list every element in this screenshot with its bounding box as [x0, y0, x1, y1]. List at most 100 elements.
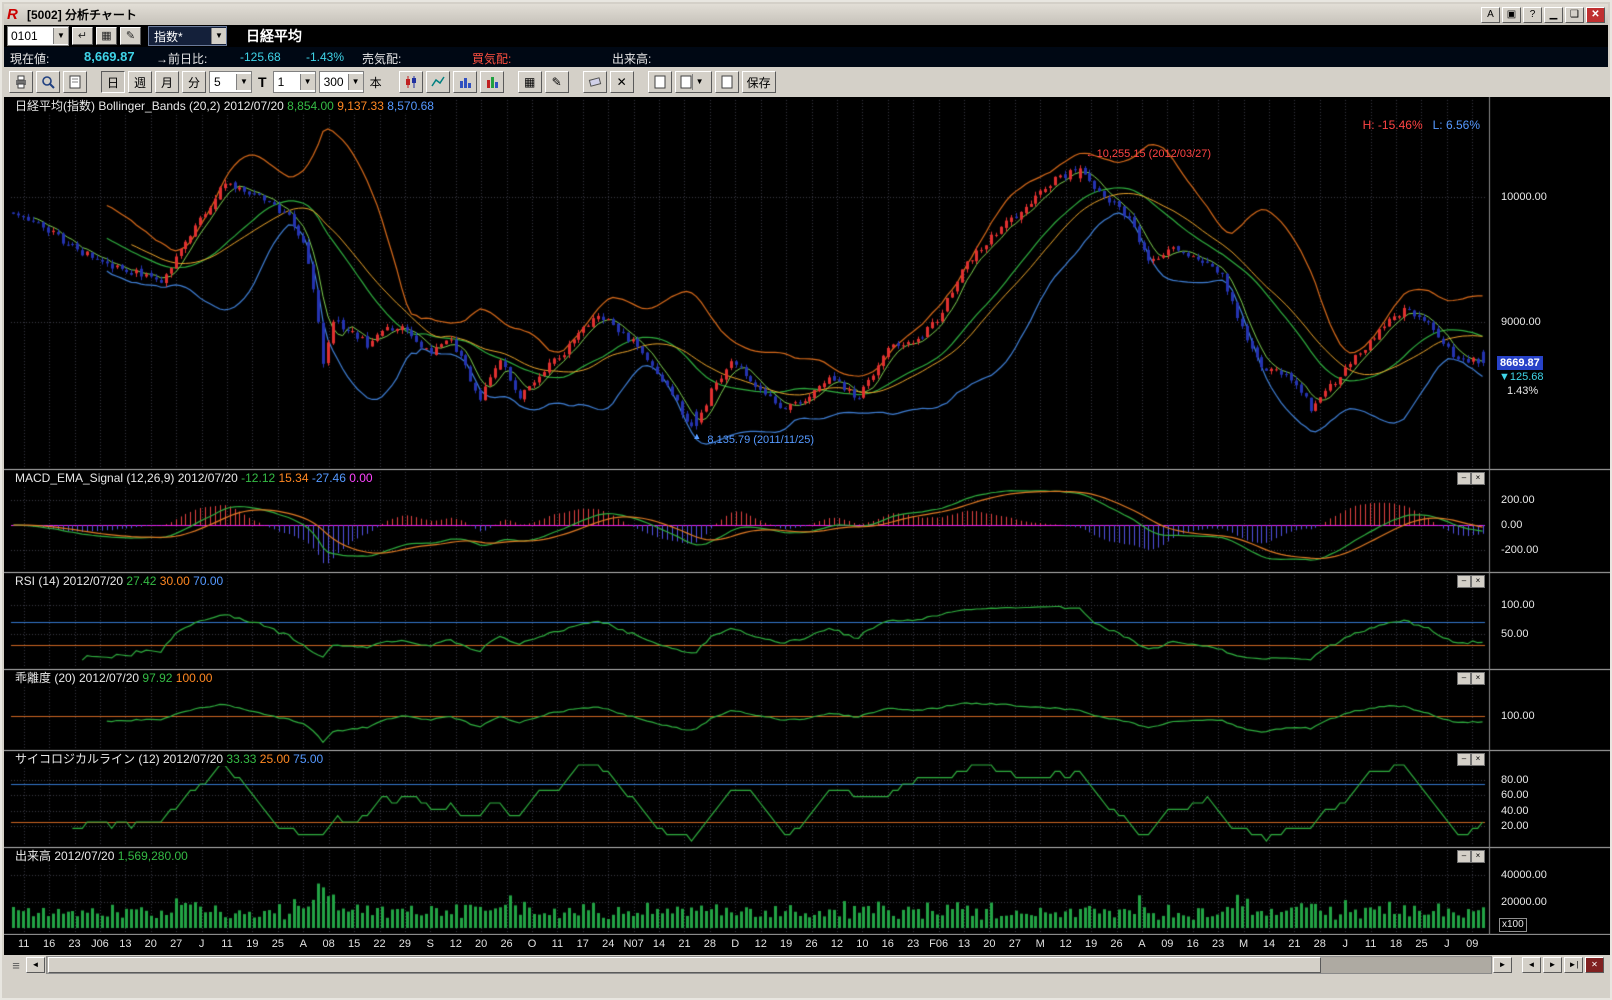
board-icon[interactable]: ▦: [96, 27, 117, 45]
panel-close-button[interactable]: ×: [1471, 850, 1485, 863]
x-axis-tick-label: 20: [144, 938, 157, 950]
document-icon: [680, 75, 692, 89]
window-controls: A ▣ ? ▁ ❑ ✕: [1481, 6, 1605, 23]
panel-minimize-button[interactable]: –: [1457, 850, 1471, 863]
panel-close-button[interactable]: ×: [1471, 672, 1485, 685]
zoom-button[interactable]: [36, 71, 60, 93]
print-button[interactable]: [9, 71, 33, 93]
compare-select[interactable]: 1 ▼: [272, 71, 316, 93]
panel-close-button[interactable]: ×: [1471, 575, 1485, 588]
nav-latest-button[interactable]: ►|: [1564, 957, 1583, 973]
nav-next-button[interactable]: ►: [1543, 957, 1562, 973]
scroll-right-button[interactable]: ►: [1493, 957, 1512, 973]
panel-close-button[interactable]: ×: [1471, 753, 1485, 766]
page-prev-button[interactable]: [647, 71, 672, 93]
eraser-icon: [588, 77, 601, 87]
x-axis-tick-label: 19: [246, 938, 259, 950]
x-axis-tick-label: S: [426, 938, 434, 950]
scroll-left-button[interactable]: ◄: [26, 957, 45, 973]
nav-close-button[interactable]: ✕: [1585, 957, 1604, 973]
x-axis-tick-label: 26: [805, 938, 818, 950]
bar-chart-icon: [459, 78, 471, 88]
clear-drawings-button[interactable]: ✕: [609, 71, 634, 93]
x-axis-tick-label: 28: [1313, 938, 1326, 950]
period-minute-button[interactable]: 分: [182, 71, 206, 93]
compare-value: 1: [277, 75, 285, 89]
interval-value: 5: [214, 75, 221, 89]
resize-grip[interactable]: ≡: [6, 958, 26, 973]
x-axis-tick-label: 20: [475, 938, 488, 950]
x-axis-tick-label: N07: [623, 938, 644, 950]
window-title: [5002] 分析チャート: [27, 8, 137, 22]
x-axis-tick-label: 22: [373, 938, 386, 950]
colored-bar-style-button[interactable]: [479, 71, 504, 93]
save-button[interactable]: 保存: [741, 71, 776, 93]
chevron-down-icon[interactable]: ▼: [236, 74, 251, 90]
change-pct-value: -1.43%: [306, 50, 345, 64]
new-page-button[interactable]: [63, 71, 87, 93]
chevron-down-icon[interactable]: ▼: [53, 28, 68, 44]
volume-label: 出来高:: [612, 52, 652, 66]
search-icon: [42, 76, 55, 89]
x-axis-tick-label: O: [527, 938, 537, 950]
x-axis-tick-label: 09: [1466, 938, 1479, 950]
page-select-button[interactable]: ▼: [674, 71, 712, 93]
interval-select[interactable]: 5 ▼: [209, 71, 252, 93]
x-axis-labels: 11 16 23 J06 13 20 27 J 11 19 25 A 08 15 22 29 S 12 20 26 O 1…: [4, 935, 1610, 955]
x-axis-tick-label: 13: [119, 938, 132, 950]
x-axis-tick-label: 14: [1262, 938, 1276, 950]
line-style-button[interactable]: [425, 71, 450, 93]
panel-minimize-button[interactable]: –: [1457, 575, 1471, 588]
chevron-down-icon[interactable]: ▼: [211, 28, 226, 44]
x-axis-tick-label: 09: [1161, 938, 1174, 950]
x-axis-tick-label: 26: [500, 938, 513, 950]
grid-toggle-button[interactable]: ▦: [517, 71, 542, 93]
layout-button[interactable]: ▣: [1502, 6, 1521, 23]
symbol-name: 日経平均: [246, 28, 302, 44]
scrollbar-thumb[interactable]: [48, 957, 1321, 973]
last-price-label: 現在値:: [10, 52, 50, 66]
candlestick-style-button[interactable]: [398, 71, 423, 93]
x-axis-tick-label: 25: [271, 938, 284, 950]
document-icon: [654, 75, 666, 89]
x-axis-tick-label: 11: [1364, 938, 1377, 950]
chevron-down-icon[interactable]: ▼: [347, 74, 363, 90]
close-button[interactable]: ✕: [1586, 6, 1605, 23]
x-axis-tick-label: 29: [398, 938, 412, 950]
edit-icon[interactable]: ✎: [120, 27, 141, 45]
draw-tool-button[interactable]: ✎: [544, 71, 569, 93]
printer-icon: [16, 75, 26, 89]
enter-button[interactable]: ↵: [72, 27, 93, 45]
chevron-down-icon[interactable]: ▼: [299, 74, 315, 90]
symbol-code-value: 0101: [11, 29, 38, 43]
x-axis-tick-label: 21: [1288, 938, 1301, 950]
nav-prev-button[interactable]: ◄: [1522, 957, 1541, 973]
x-axis-tick-label: 11: [551, 938, 564, 950]
ask-label: 売気配:: [362, 52, 402, 66]
panel-minimize-button[interactable]: –: [1457, 672, 1471, 685]
x-axis-tick-label: A: [299, 938, 307, 950]
panel-minimize-button[interactable]: –: [1457, 472, 1471, 485]
x-axis-tick-label: 17: [576, 938, 589, 950]
panel-close-button[interactable]: ×: [1471, 472, 1485, 485]
period-daily-button[interactable]: 日: [101, 71, 125, 93]
market-select[interactable]: 指数* ▼: [148, 26, 227, 46]
chart-canvas[interactable]: [4, 97, 1610, 955]
symbol-code-input[interactable]: 0101 ▼: [7, 26, 69, 46]
period-weekly-button[interactable]: 週: [128, 71, 152, 93]
panel-minimize-button[interactable]: –: [1457, 753, 1471, 766]
bar-count-select[interactable]: 300 ▼: [318, 71, 364, 93]
scrollbar-track[interactable]: [46, 956, 1492, 974]
eraser-button[interactable]: [582, 71, 607, 93]
period-monthly-button[interactable]: 月: [155, 71, 179, 93]
candlestick-icon: [405, 76, 416, 88]
maximize-button[interactable]: ❑: [1565, 6, 1584, 23]
page-next-button[interactable]: [714, 71, 739, 93]
minimize-button[interactable]: ▁: [1544, 6, 1563, 23]
x-axis-tick-label: J: [1342, 938, 1348, 950]
x-axis-tick-label: 12: [754, 938, 767, 950]
app-logo-icon: R: [7, 6, 18, 23]
font-size-button[interactable]: A: [1481, 6, 1500, 23]
bar-style-button[interactable]: [452, 71, 477, 93]
help-button[interactable]: ?: [1523, 6, 1542, 23]
